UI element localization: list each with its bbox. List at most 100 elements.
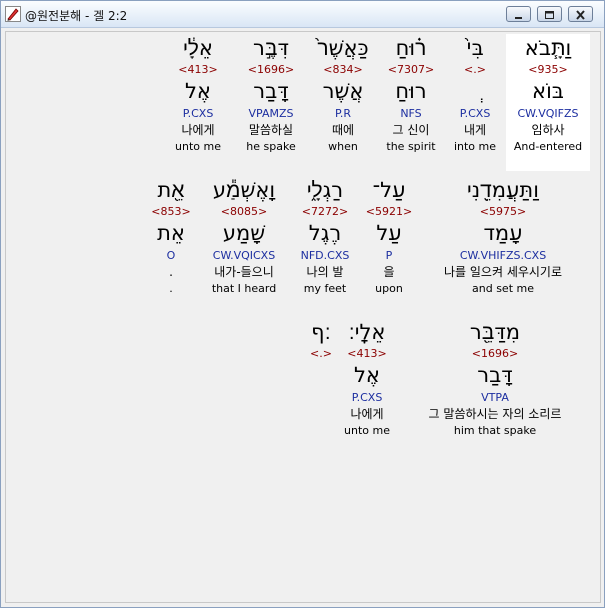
strongs-number: <.> (310, 347, 332, 360)
hebrew-root: עָמַד (483, 221, 523, 245)
hebrew-word: בִּי֙ (466, 36, 484, 60)
strongs-number: <5975> (479, 205, 527, 218)
strongs-number: <5921> (365, 205, 413, 218)
korean-gloss: 을 (383, 265, 395, 279)
hebrew-root: דָּבַר (477, 363, 513, 387)
strongs-number: <935> (528, 63, 568, 76)
english-gloss: unto me (175, 140, 221, 153)
english-gloss: he spake (246, 140, 296, 153)
korean-gloss: 내가-들으니 (214, 265, 274, 279)
korean-gloss: 내게 (463, 123, 487, 137)
parsing-code: P (385, 249, 393, 262)
verse-analysis-pane[interactable]: אֵלָ֔י <413> אֶל P.CXS 나에게 unto me דִּבֶ… (5, 31, 601, 603)
hebrew-word: כַּאֲשֶׁר֙ (317, 36, 369, 60)
hebrew-word: אֵ֖ת (157, 178, 185, 202)
word-cell[interactable]: מִדַּבֵּ֖ר <1696> דָּבַר VTPA 그 말씀하시는 자의… (402, 318, 588, 439)
title-bar[interactable]: @원전분해 - 겔 2:2 (1, 1, 604, 28)
korean-gloss: 그 말씀하시는 자의 소리르 (428, 407, 562, 421)
english-gloss: that I heard (211, 282, 277, 295)
word-cell[interactable]: וַתַּעֲמִדֵ֖נִי <5975> עָמַד CW.VHIFZS.C… (420, 176, 586, 297)
word-cell-selected[interactable]: וַתָּ֧בֹא <935> בּוֹא CW.VQIFZS 임하사 And-… (506, 34, 590, 171)
word-cell[interactable]: כַּאֲשֶׁר֙ <834> אֲשֶׁר P.R 때에 when (310, 34, 376, 155)
english-gloss: unto me (344, 424, 390, 437)
maximize-button[interactable] (537, 6, 562, 22)
strongs-number: <.> (464, 63, 486, 76)
parsing-code: P.CXS (459, 107, 491, 120)
english-gloss: him that spake (453, 424, 537, 437)
hebrew-word: ר֗וּחַ (395, 36, 427, 60)
word-cell[interactable]: אֵלָ֔י <413> אֶל P.CXS 나에게 unto me (163, 34, 233, 155)
korean-gloss: . (169, 265, 173, 279)
korean-gloss: 나의 발 (306, 265, 344, 279)
app-window: @원전분해 - 겔 2:2 אֵלָ֔י <413> אֶל P.CXS 나에게… (0, 0, 605, 608)
english-gloss: . (169, 282, 173, 295)
hebrew-root: אֲשֶׁר (322, 79, 364, 103)
parsing-code: NFD.CXS (300, 249, 350, 262)
hebrew-word: וַתָּ֧בֹא (524, 36, 572, 60)
pen-icon (5, 6, 21, 22)
english-gloss: And-entered (513, 140, 583, 153)
strongs-number: <7272> (301, 205, 349, 218)
hebrew-root: רוּחַ (395, 79, 427, 103)
word-cell[interactable]: אֵ֖ת <853> אֵת O . . (138, 176, 204, 297)
english-gloss: into me (453, 140, 497, 153)
hebrew-root: ְ (446, 77, 504, 105)
strongs-number: <8085> (220, 205, 268, 218)
korean-gloss: 임하사 (531, 123, 565, 137)
hebrew-root: אֶל (354, 363, 380, 387)
parsing-code: CW.VQIFZS (517, 107, 579, 120)
minimize-icon (507, 7, 530, 21)
hebrew-word: וַתַּעֲמִדֵ֖נִי (467, 178, 539, 202)
word-cell[interactable]: ׃ף <.> (304, 318, 338, 361)
korean-gloss: 말씀하실 (248, 123, 294, 137)
korean-gloss: 나에게 (350, 407, 384, 421)
english-gloss: upon (375, 282, 403, 295)
english-gloss: and set me (472, 282, 534, 295)
strongs-number: <1696> (471, 347, 519, 360)
word-cell[interactable]: דִּבֶּ֣ר <1696> דָּבַר VPAMZS 말씀하실 he sp… (234, 34, 308, 155)
korean-gloss: 때에 (331, 123, 355, 137)
hebrew-root: עַל (376, 221, 402, 245)
english-gloss: my feet (303, 282, 347, 295)
hebrew-root: אֵת (157, 221, 185, 245)
hebrew-root: דָּבַר (253, 79, 289, 103)
hebrew-root: רֶגֶל (308, 221, 342, 245)
word-cell[interactable]: רַגְלָ֑י <7272> רֶגֶל NFD.CXS 나의 발 my fe… (289, 176, 361, 297)
parsing-code: O (166, 249, 176, 262)
maximize-icon (538, 7, 561, 21)
parsing-code: P.R (334, 107, 352, 120)
hebrew-word: אֵלָ֔י (183, 36, 213, 60)
parsing-code: NFS (400, 107, 422, 120)
hebrew-root: בּוֹא (532, 79, 564, 103)
parsing-code: CW.VHIFZS.CXS (459, 249, 547, 262)
korean-gloss: 그 신이 (392, 123, 430, 137)
minimize-button[interactable] (506, 6, 531, 22)
strongs-number: <853> (151, 205, 191, 218)
hebrew-root: אֶל (185, 79, 211, 103)
parsing-code: P.CXS (182, 107, 214, 120)
korean-gloss: 나에게 (181, 123, 215, 137)
korean-gloss: 나를 일으켜 세우시기로 (443, 265, 563, 279)
hebrew-word: אֵלָֽי׃ (348, 320, 386, 344)
close-icon (569, 7, 592, 21)
word-cell[interactable]: אֵלָֽי׃ <413> אֶל P.CXS 나에게 unto me (338, 318, 396, 439)
parsing-code: CW.VQICXS (212, 249, 276, 262)
word-cell[interactable]: עַל־ <5921> עַל P 을 upon (361, 176, 417, 297)
strongs-number: <1696> (247, 63, 295, 76)
hebrew-word: רַגְלָ֑י (306, 178, 344, 202)
strongs-number: <7307> (387, 63, 435, 76)
hebrew-word: וָאֶשְׁמַ֕ע (212, 178, 276, 202)
parsing-code: P.CXS (351, 391, 383, 404)
word-cell[interactable]: ר֗וּחַ <7307> רוּחַ NFS 그 신이 the spirit (378, 34, 444, 155)
hebrew-word: עַל־ (372, 178, 406, 202)
parsing-code: VPAMZS (248, 107, 294, 120)
word-cell[interactable]: וָאֶשְׁמַ֕ע <8085> שָׁמַע CW.VQICXS 내가-들… (204, 176, 284, 297)
strongs-number: <413> (347, 347, 387, 360)
parsing-code: VTPA (481, 391, 509, 404)
word-cell[interactable]: בִּי֙ <.> ְ P.CXS 내게 into me (446, 34, 504, 155)
hebrew-word: ׃ף (311, 320, 331, 344)
english-gloss: when (328, 140, 358, 153)
hebrew-word: מִדַּבֵּ֖ר (469, 320, 521, 344)
hebrew-word: דִּבֶּ֣ר (253, 36, 289, 60)
close-button[interactable] (568, 6, 593, 22)
